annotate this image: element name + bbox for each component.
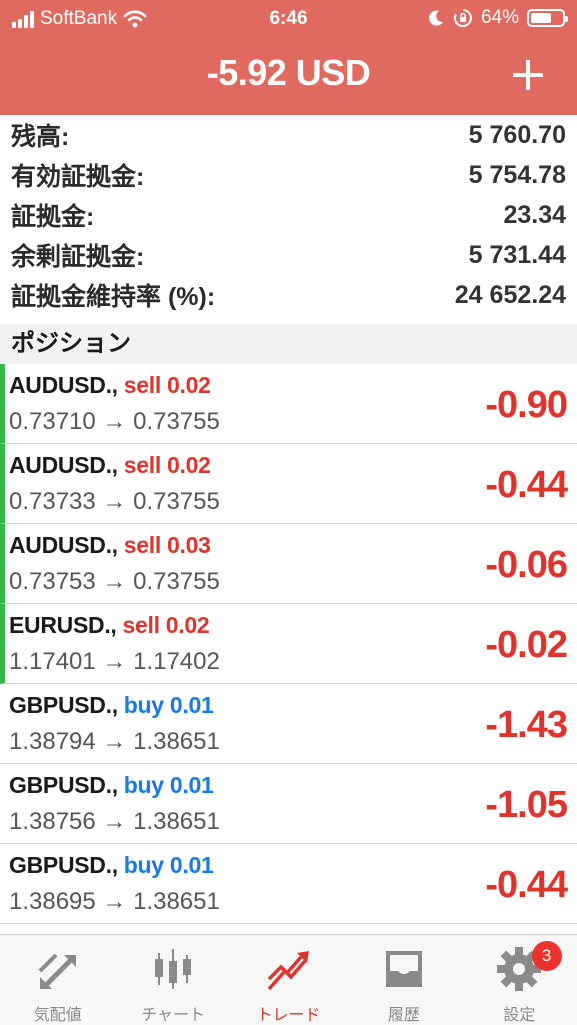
- tab-label: チャート: [141, 1007, 206, 1024]
- quotes-arrows-icon: [38, 953, 76, 989]
- summary-label: 余剰証拠金:: [11, 243, 145, 271]
- position-profit: -0.90: [485, 384, 568, 426]
- positions-list: AUDUSD., sell 0.02 0.73710 → 0.73755 -0.9…: [0, 364, 577, 924]
- position-symbol: GBPUSD.,: [9, 772, 118, 798]
- summary-value: 23.34: [503, 200, 566, 229]
- position-symbol: GBPUSD.,: [9, 692, 118, 718]
- position-side: buy 0.01: [123, 772, 214, 798]
- position-profit: -1.05: [485, 784, 568, 826]
- account-summary: 残高: 5 760.70 有効証拠金: 5 754.78 証拠金: 23.34 …: [0, 115, 577, 315]
- position-row[interactable]: AUDUSD., sell 0.03 0.73753 → 0.73755 -0.0…: [0, 524, 577, 604]
- battery-icon: [527, 9, 568, 27]
- tab-trade[interactable]: トレード: [231, 935, 346, 1025]
- status-bar: SoftBank 6:46 64%: [0, 0, 577, 38]
- candlestick-icon: [155, 949, 192, 989]
- tab-history[interactable]: 履歴: [346, 935, 461, 1025]
- tab-label: 気配値: [33, 1007, 82, 1024]
- app-header: SoftBank 6:46 64% -5.92 USD: [0, 0, 577, 115]
- margin-level-row: 証拠金維持率 (%): 24 652.24: [0, 275, 577, 315]
- equity-row: 有効証拠金: 5 754.78: [0, 155, 577, 195]
- position-prices: 0.73733 → 0.73755: [9, 488, 220, 515]
- margin-row: 証拠金: 23.34: [0, 195, 577, 235]
- summary-label: 有効証拠金:: [11, 163, 145, 191]
- moon-icon: [429, 10, 443, 26]
- summary-value: 5 731.44: [468, 240, 566, 269]
- position-row[interactable]: AUDUSD., sell 0.02 0.73733 → 0.73755 -0.4…: [0, 444, 577, 524]
- summary-value: 5 754.78: [468, 160, 566, 189]
- position-profit: -1.43: [485, 704, 568, 746]
- tab-label: 設定: [503, 1007, 536, 1024]
- tab-quotes[interactable]: 気配値: [0, 935, 115, 1025]
- balance-row: 残高: 5 760.70: [0, 115, 577, 155]
- plus-icon: [513, 60, 543, 90]
- position-symbol: AUDUSD.,: [9, 532, 118, 558]
- add-order-button[interactable]: [503, 50, 553, 100]
- position-symbol: AUDUSD.,: [9, 372, 118, 398]
- position-profit: -0.44: [485, 464, 568, 506]
- tab-settings[interactable]: 3 設定: [462, 935, 577, 1025]
- page-title: -5.92 USD: [206, 52, 371, 93]
- position-row[interactable]: GBPUSD., buy 0.01 1.38695 → 1.38651 -0.44: [0, 844, 577, 924]
- summary-label: 証拠金:: [11, 203, 95, 231]
- position-profit: -0.02: [485, 624, 568, 666]
- rotation-lock-icon: [453, 9, 472, 27]
- summary-label: 証拠金維持率 (%):: [11, 283, 216, 311]
- position-row[interactable]: GBPUSD., buy 0.01 1.38756 → 1.38651 -1.05: [0, 764, 577, 844]
- position-row[interactable]: GBPUSD., buy 0.01 1.38794 → 1.38651 -1.43: [0, 684, 577, 764]
- position-prices: 0.73753 → 0.73755: [9, 568, 220, 595]
- summary-value: 24 652.24: [454, 280, 566, 309]
- position-symbol: EURUSD.,: [9, 612, 117, 638]
- position-side: sell 0.02: [123, 452, 211, 478]
- position-side: sell 0.02: [122, 612, 210, 638]
- position-profit: -0.06: [485, 544, 568, 586]
- summary-label: 残高:: [11, 123, 70, 151]
- tab-label: トレード: [256, 1007, 321, 1024]
- position-row[interactable]: EURUSD., sell 0.02 1.17401 → 1.17402 -0.0…: [0, 604, 577, 684]
- summary-value: 5 760.70: [468, 120, 566, 149]
- trade-trend-icon: [267, 951, 309, 991]
- position-prices: 1.38756 → 1.38651: [9, 808, 220, 835]
- position-symbol: AUDUSD.,: [9, 452, 118, 478]
- position-prices: 1.38695 → 1.38651: [9, 888, 220, 915]
- battery-percent: 64%: [480, 7, 519, 28]
- position-profit: -0.44: [485, 864, 568, 906]
- position-prices: 0.73710 → 0.73755: [9, 408, 220, 435]
- positions-section-header: ポジション: [0, 324, 577, 364]
- bottom-tab-bar: 気配値 チャート トレード 履歴 3 設定: [0, 934, 577, 1025]
- free-margin-row: 余剰証拠金: 5 731.44: [0, 235, 577, 275]
- position-prices: 1.38794 → 1.38651: [9, 728, 220, 755]
- position-prices: 1.17401 → 1.17402: [9, 648, 220, 675]
- position-side: sell 0.02: [123, 372, 211, 398]
- notification-badge: 3: [531, 941, 562, 971]
- position-row[interactable]: AUDUSD., sell 0.02 0.73710 → 0.73755 -0.9…: [0, 364, 577, 444]
- tab-label: 履歴: [387, 1007, 420, 1024]
- position-side: sell 0.03: [123, 532, 211, 558]
- position-side: buy 0.01: [123, 692, 214, 718]
- inbox-history-icon: [385, 951, 422, 987]
- position-side: buy 0.01: [123, 852, 214, 878]
- position-symbol: GBPUSD.,: [9, 852, 118, 878]
- tab-chart[interactable]: チャート: [115, 935, 230, 1025]
